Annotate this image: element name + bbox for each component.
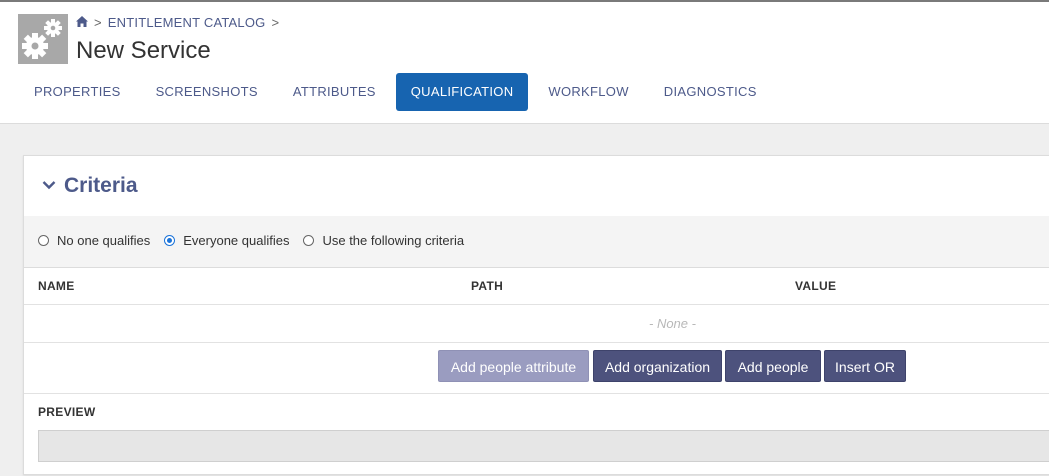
radio-label: Use the following criteria <box>322 233 465 248</box>
tab-diagnostics[interactable]: DIAGNOSTICS <box>649 73 772 111</box>
add-people-attribute-button[interactable]: Add people attribute <box>438 350 589 382</box>
page-title: New Service <box>76 37 211 64</box>
column-path: PATH <box>471 279 504 293</box>
radio-button-selected[interactable] <box>164 235 176 246</box>
radio-use-following-criteria[interactable]: Use the following criteria <box>303 233 464 248</box>
tab-properties[interactable]: PROPERTIES <box>19 73 136 111</box>
radio-button[interactable] <box>38 235 49 246</box>
column-name: NAME <box>38 279 75 293</box>
home-icon[interactable] <box>76 15 88 30</box>
criteria-header[interactable]: Criteria <box>24 156 1049 216</box>
breadcrumb-separator: > <box>271 14 280 30</box>
column-value: VALUE <box>795 279 837 293</box>
page-header: > ENTITLEMENT CATALOG > New Service PROP… <box>0 2 1049 124</box>
breadcrumb: > ENTITLEMENT CATALOG > <box>76 14 279 30</box>
radio-everyone-qualifies[interactable]: Everyone qualifies <box>164 233 289 248</box>
tab-attributes[interactable]: ATTRIBUTES <box>278 73 391 111</box>
breadcrumb-separator: > <box>94 14 102 30</box>
tab-screenshots[interactable]: SCREENSHOTS <box>141 73 273 111</box>
criteria-table-header: NAME PATH VALUE <box>24 267 1049 305</box>
radio-label: Everyone qualifies <box>183 233 290 248</box>
criteria-title: Criteria <box>64 174 138 197</box>
add-organization-button[interactable]: Add organization <box>593 350 722 382</box>
gears-icon <box>18 14 68 64</box>
qualification-options: No one qualifies Everyone qualifies Use … <box>24 216 1049 268</box>
criteria-actions: Add people attribute Add organization Ad… <box>24 342 1049 394</box>
table-row-empty: - None - <box>24 304 1049 343</box>
chevron-down-icon[interactable] <box>42 180 56 190</box>
tab-qualification[interactable]: QUALIFICATION <box>395 73 529 111</box>
preview-label: PREVIEW <box>38 405 96 419</box>
insert-or-button[interactable]: Insert OR <box>824 350 906 382</box>
add-people-button[interactable]: Add people <box>725 350 821 382</box>
radio-button[interactable] <box>303 235 315 246</box>
tab-workflow[interactable]: WORKFLOW <box>533 73 643 111</box>
preview-field <box>38 430 1049 462</box>
empty-placeholder: - None - <box>649 316 696 331</box>
radio-no-one-qualifies[interactable]: No one qualifies <box>38 233 150 248</box>
criteria-panel: Criteria No one qualifies Everyone quali… <box>23 155 1049 475</box>
tab-bar: PROPERTIES SCREENSHOTS ATTRIBUTES QUALIF… <box>19 73 777 111</box>
radio-label: No one qualifies <box>57 233 151 248</box>
breadcrumb-entitlement-catalog[interactable]: ENTITLEMENT CATALOG <box>108 15 266 30</box>
